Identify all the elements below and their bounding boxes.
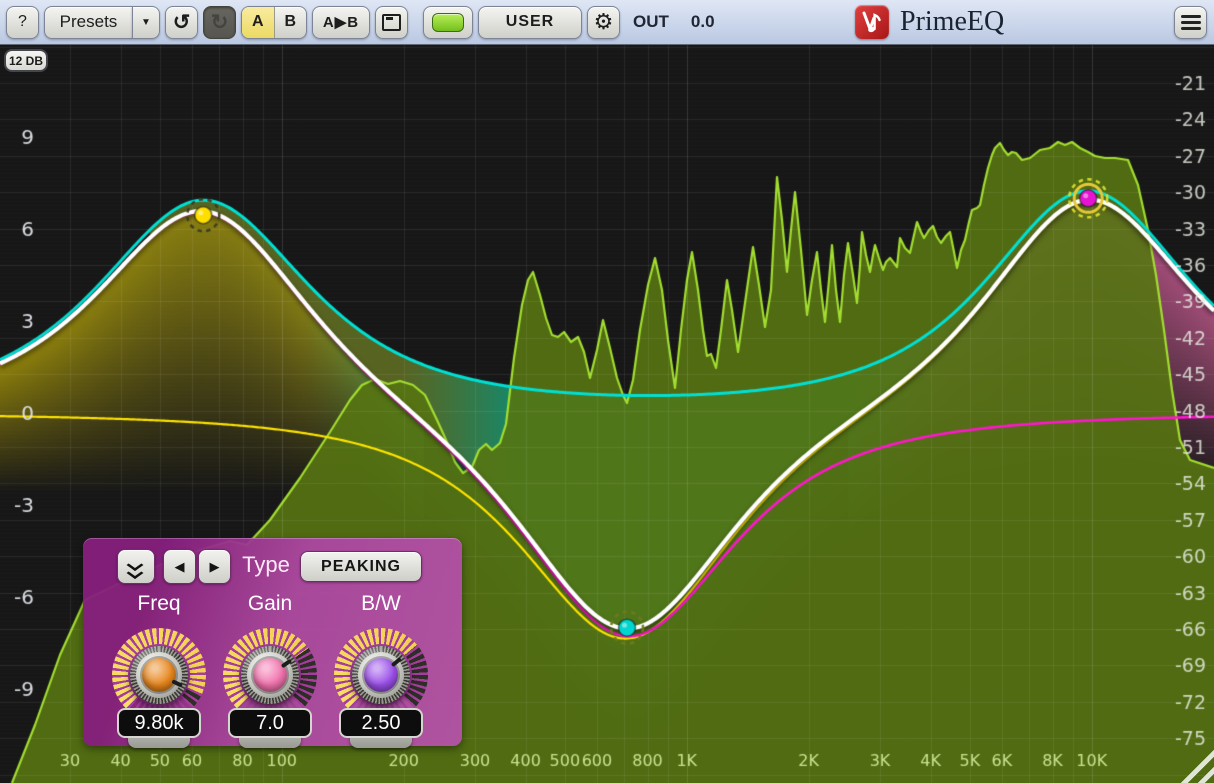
menu-button[interactable]: [1174, 6, 1207, 39]
plugin-title: PrimeEQ: [900, 6, 1004, 38]
band-control-panel: ◀ ▶ Type PEAKING Freq 9.80k Gain 7.0 B/W: [83, 538, 462, 746]
help-button[interactable]: ?: [6, 6, 39, 39]
gain-knob-label: Gain: [218, 592, 322, 616]
ab-switch[interactable]: A B: [241, 6, 307, 39]
bw-knob-label: B/W: [329, 592, 433, 616]
bypass-led-button[interactable]: [423, 6, 473, 39]
ab-switch-b[interactable]: B: [275, 7, 307, 38]
gain-value-box[interactable]: 7.0: [228, 708, 312, 738]
bw-knob-group: B/W 2.50: [329, 592, 433, 744]
user-mode-button[interactable]: USER: [478, 6, 582, 39]
freq-value-box[interactable]: 9.80k: [117, 708, 201, 738]
next-band-button[interactable]: ▶: [198, 549, 231, 584]
output-gain-readout: OUT 0.0: [633, 12, 715, 32]
filter-type-button[interactable]: PEAKING: [300, 551, 422, 582]
gear-icon: ⚙: [594, 9, 614, 35]
hamburger-icon: [1181, 15, 1201, 30]
led-indicator-icon: [432, 13, 464, 32]
window-layout-button[interactable]: [375, 6, 408, 39]
freq-knob-label: Freq: [107, 592, 211, 616]
bw-value-box[interactable]: 2.50: [339, 708, 423, 738]
presets-group: Presets ▼: [44, 6, 160, 39]
gain-knob[interactable]: [241, 646, 299, 704]
ab-switch-a[interactable]: A: [242, 7, 275, 38]
toolbar: ? Presets ▼ ↺ ↻ A B A▶B USER ⚙ OUT 0.0: [0, 0, 1214, 45]
presets-button[interactable]: Presets: [44, 6, 132, 39]
freq-knob[interactable]: [130, 646, 188, 704]
bw-knob[interactable]: [352, 646, 410, 704]
out-value[interactable]: 0.0: [691, 12, 715, 32]
freq-knob-group: Freq 9.80k: [107, 592, 211, 744]
freq-knob-cap: [142, 658, 176, 692]
copy-a-to-b-button[interactable]: A▶B: [312, 6, 370, 39]
prev-band-button[interactable]: ◀: [163, 549, 196, 584]
primeeq-window: ? Presets ▼ ↺ ↻ A B A▶B USER ⚙ OUT 0.0: [0, 0, 1214, 783]
undo-button[interactable]: ↺: [165, 6, 198, 39]
db-range-badge[interactable]: 12 DB: [4, 49, 48, 72]
double-chevron-down-icon: [129, 559, 143, 575]
redo-button-disabled[interactable]: ↻: [203, 6, 236, 39]
collapse-panel-button[interactable]: [117, 549, 155, 584]
out-label: OUT: [633, 12, 669, 32]
window-icon: [382, 14, 401, 31]
filter-type-label: Type: [235, 552, 297, 578]
brand: PrimeEQ: [855, 5, 1004, 39]
presets-dropdown-arrow[interactable]: ▼: [132, 6, 160, 39]
settings-button[interactable]: ⚙: [587, 6, 620, 39]
gain-knob-group: Gain 7.0: [218, 592, 322, 744]
voxengo-logo-icon: [855, 5, 889, 39]
